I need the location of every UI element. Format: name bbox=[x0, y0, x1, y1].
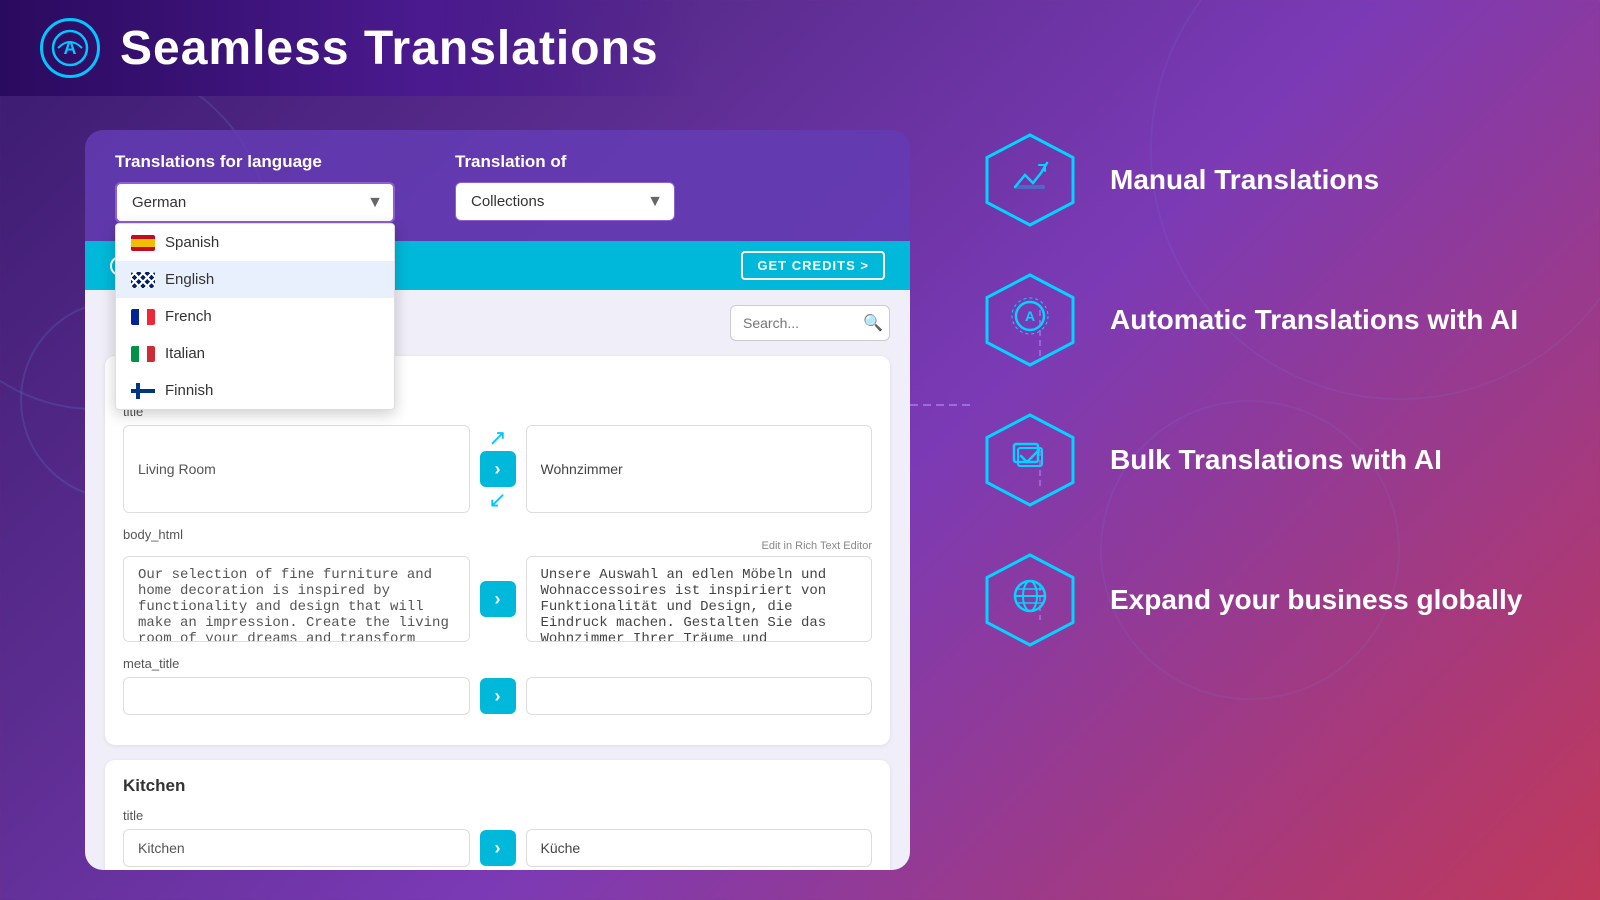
title-source-input[interactable] bbox=[123, 425, 470, 513]
dropdown-item-italian[interactable]: Italian bbox=[116, 335, 394, 372]
language-select-wrap: German Spanish English French Italian Fi… bbox=[115, 182, 395, 223]
feature-bulk-ai: Bulk Translations with AI bbox=[980, 410, 1540, 510]
language-select[interactable]: German Spanish English French Italian Fi… bbox=[115, 182, 395, 223]
app-title: Seamless Translations bbox=[120, 21, 659, 76]
language-label: Translations for language bbox=[115, 152, 395, 172]
title-translate-area: ↗ › ↙ bbox=[470, 425, 526, 513]
search-icon: 🔍 bbox=[863, 313, 883, 333]
logo-icon: A bbox=[40, 18, 100, 78]
kitchen-title-target[interactable] bbox=[526, 829, 873, 867]
search-input[interactable] bbox=[743, 315, 863, 331]
flag-finnish bbox=[131, 383, 155, 399]
dropdown-item-english[interactable]: English bbox=[116, 261, 394, 298]
language-dropdown[interactable]: Spanish English French Italian bbox=[115, 223, 395, 410]
meta-translate-button[interactable]: › bbox=[480, 678, 516, 714]
search-box[interactable]: 🔍 bbox=[730, 305, 890, 341]
feature-auto-ai: A Automatic Translations with AI bbox=[980, 270, 1540, 370]
flag-english bbox=[131, 272, 155, 288]
global-label: Expand your business globally bbox=[1110, 583, 1522, 617]
kitchen-title-source[interactable] bbox=[123, 829, 470, 867]
body-source-textarea[interactable]: Our selection of fine furniture and home… bbox=[123, 556, 470, 642]
meta-title-field-row: › bbox=[123, 677, 872, 715]
kitchen-title-field-row: › bbox=[123, 829, 872, 867]
features-panel: Manual Translations A Automatic Translat… bbox=[980, 130, 1540, 650]
main-panel: Translations for language German Spanish… bbox=[85, 130, 910, 870]
manual-icon bbox=[1009, 155, 1051, 206]
auto-ai-icon: A bbox=[1008, 294, 1052, 347]
feature-manual: Manual Translations bbox=[980, 130, 1540, 230]
title-target-input[interactable] bbox=[526, 425, 873, 513]
language-selector-section: Translations for language German Spanish… bbox=[115, 152, 395, 223]
language-option-spanish: Spanish bbox=[165, 234, 219, 251]
kitchen-title: Kitchen bbox=[123, 776, 872, 796]
kitchen-translate-area: › bbox=[470, 829, 526, 867]
meta-title-source-input[interactable] bbox=[123, 677, 470, 715]
dropdown-item-french[interactable]: French bbox=[116, 298, 394, 335]
manual-hex-icon bbox=[980, 130, 1080, 230]
body-translate-button[interactable]: › bbox=[480, 581, 516, 617]
global-icon bbox=[1008, 574, 1052, 627]
meta-title-target-input[interactable] bbox=[526, 677, 873, 715]
flag-italian bbox=[131, 346, 155, 362]
kitchen-title-translate-button[interactable]: › bbox=[480, 830, 516, 866]
dropdown-item-finnish[interactable]: Finnish bbox=[116, 372, 394, 409]
auto-ai-label: Automatic Translations with AI bbox=[1110, 303, 1518, 337]
title-translate-button[interactable]: › bbox=[480, 451, 516, 487]
flag-french bbox=[131, 309, 155, 325]
panel-header: Translations for language German Spanish… bbox=[85, 130, 910, 241]
living-room-block: Living Room title ↗ › ↙ body_html Edit i… bbox=[105, 356, 890, 745]
dropdown-item-spanish[interactable]: Spanish bbox=[116, 224, 394, 261]
language-option-english: English bbox=[165, 271, 214, 288]
auto-ai-hex-icon: A bbox=[980, 270, 1080, 370]
bulk-ai-icon bbox=[1008, 434, 1052, 487]
body-target-textarea[interactable]: Unsere Auswahl an edlen Möbeln und Wohna… bbox=[526, 556, 873, 642]
collection-select[interactable]: Collections Products Pages bbox=[455, 182, 675, 221]
meta-title-label: meta_title bbox=[123, 656, 872, 671]
language-option-french: French bbox=[165, 308, 212, 325]
edit-rich-text-label: Edit in Rich Text Editor bbox=[123, 540, 872, 552]
language-option-finnish: Finnish bbox=[165, 382, 213, 399]
body-translate-area: › bbox=[470, 556, 526, 642]
bulk-ai-hex-icon bbox=[980, 410, 1080, 510]
svg-text:A: A bbox=[1025, 308, 1035, 324]
arrow-down-icon: ↙ bbox=[488, 487, 506, 513]
get-credits-button[interactable]: GET CREDITS > bbox=[741, 251, 885, 280]
global-hex-icon bbox=[980, 550, 1080, 650]
header: A Seamless Translations bbox=[0, 0, 699, 96]
bulk-ai-label: Bulk Translations with AI bbox=[1110, 443, 1442, 477]
flag-spanish bbox=[131, 235, 155, 251]
manual-label: Manual Translations bbox=[1110, 163, 1379, 197]
translation-of-section: Translation of Collections Products Page… bbox=[455, 152, 675, 221]
body-html-field-row: Our selection of fine furniture and home… bbox=[123, 556, 872, 642]
kitchen-block: Kitchen title › body_html Edit in Rich T… bbox=[105, 760, 890, 870]
language-option-italian: Italian bbox=[165, 345, 205, 362]
meta-translate-area: › bbox=[470, 677, 526, 715]
kitchen-title-label: title bbox=[123, 808, 872, 823]
feature-global: Expand your business globally bbox=[980, 550, 1540, 650]
arrow-up-icon: ↗ bbox=[488, 425, 506, 451]
translation-of-label: Translation of bbox=[455, 152, 675, 172]
title-field-row: ↗ › ↙ bbox=[123, 425, 872, 513]
